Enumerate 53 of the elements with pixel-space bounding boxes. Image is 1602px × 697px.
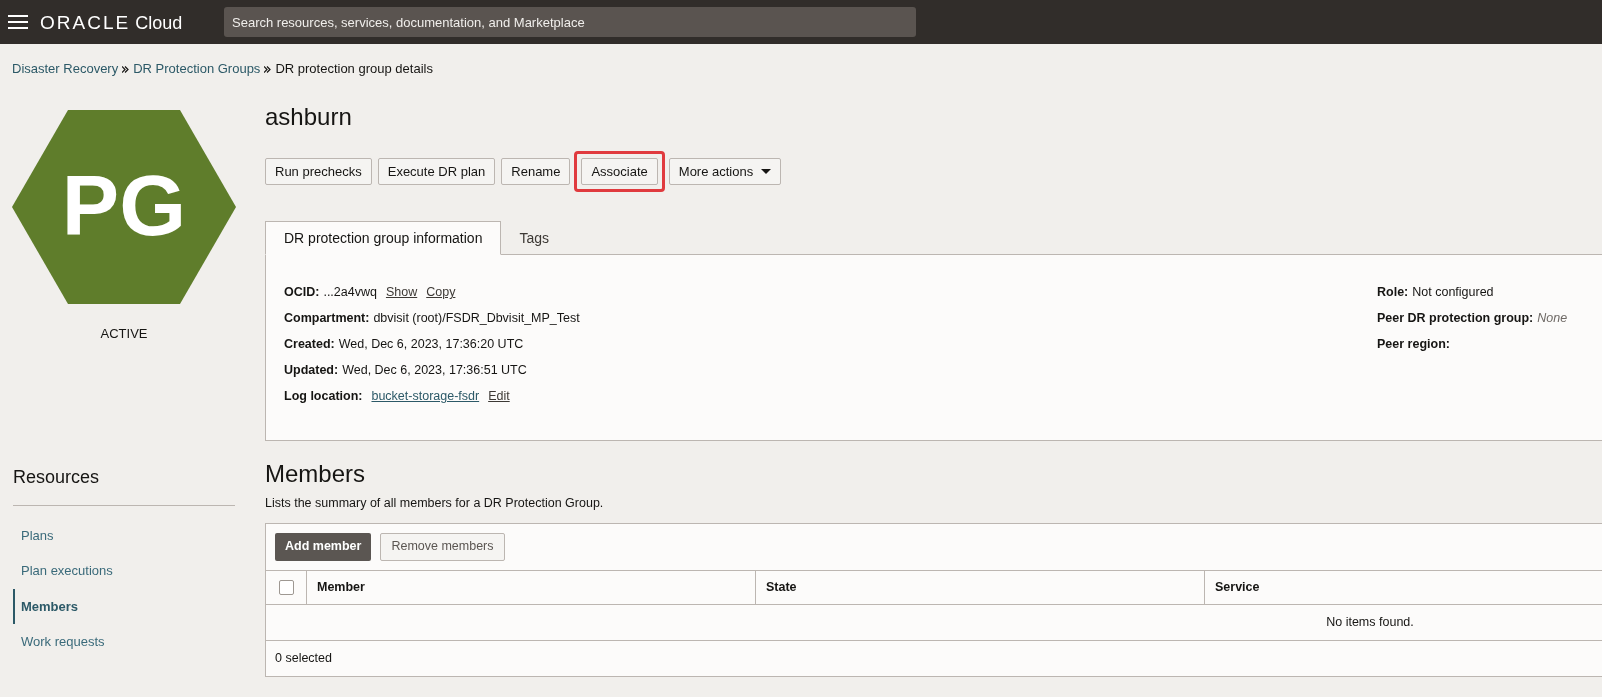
info-value: ...2a4vwq (323, 284, 377, 301)
action-button[interactable]: Run prechecks (265, 158, 372, 185)
action-button[interactable]: Rename (501, 158, 571, 185)
tab[interactable]: DR protection group information (265, 221, 502, 255)
sidebar-link[interactable]: Plans (13, 517, 235, 553)
breadcrumb-current: DR protection group details (275, 60, 433, 79)
sidebar-link[interactable]: Work requests (13, 624, 235, 660)
info-label: Updated: (284, 362, 339, 379)
section-description: Lists the summary of all members for a DR Protection Group. (265, 495, 605, 512)
product-name: Cloud (135, 13, 183, 32)
column-header: Member (317, 578, 365, 596)
info-value: dbvisit (root)/FSDR_Dbvisit_MP_Test (373, 310, 580, 327)
info-label: Role: (1377, 284, 1409, 301)
page-title: ashburn (265, 102, 353, 132)
info-label: OCID: (284, 284, 320, 301)
info-link[interactable]: Copy (426, 283, 456, 302)
info-label: Log location: (284, 388, 363, 405)
status-label: ACTIVE (100, 325, 148, 343)
breadcrumb-link[interactable]: DR Protection Groups (133, 59, 261, 79)
column-header: Service (1215, 578, 1260, 596)
sidebar-link[interactable]: Plan executions (13, 553, 235, 589)
info-link[interactable]: bucket-storage-fsdr (371, 387, 480, 406)
column-header: State (766, 578, 797, 596)
chevron-icon (264, 65, 272, 73)
chevron-icon (122, 65, 130, 73)
selection-count: 0 selected (275, 649, 332, 667)
info-link[interactable]: Show (385, 283, 418, 302)
toolbar-button[interactable]: Remove members (380, 532, 505, 561)
section-title: Members (265, 459, 367, 489)
info-value: Not configured (1412, 284, 1494, 301)
breadcrumb-link[interactable]: Disaster Recovery (12, 59, 119, 79)
menu-icon[interactable] (8, 15, 28, 29)
toolbar-button[interactable]: Add member (275, 532, 372, 561)
tab[interactable]: Tags (501, 221, 567, 255)
action-button[interactable]: More actions (668, 158, 782, 185)
resources-title: Resources (13, 463, 235, 506)
info-label: Compartment: (284, 310, 370, 327)
sidebar-link[interactable]: Members (13, 588, 235, 624)
info-value: Wed, Dec 6, 2023, 17:36:20 UTC (338, 336, 524, 353)
search-field[interactable]: Search resources, services, documentation, and Marketplace (224, 7, 916, 37)
action-button[interactable]: Associate (581, 158, 658, 185)
empty-message: No items found. (1326, 613, 1414, 631)
info-label: Peer region: (1377, 336, 1450, 353)
info-value: Wed, Dec 6, 2023, 17:36:51 UTC (342, 362, 527, 379)
select-all-checkbox[interactable] (278, 579, 294, 595)
action-button[interactable]: Execute DR plan (377, 158, 496, 185)
info-label: Created: (284, 336, 335, 353)
caret-icon (761, 169, 772, 174)
info-value: None (1537, 310, 1568, 327)
brand-logo[interactable]: ORACLE (40, 12, 131, 32)
hexagon-badge: PG (12, 110, 236, 304)
info-link[interactable]: Edit (488, 387, 510, 406)
info-label: Peer DR protection group: (1377, 310, 1534, 327)
